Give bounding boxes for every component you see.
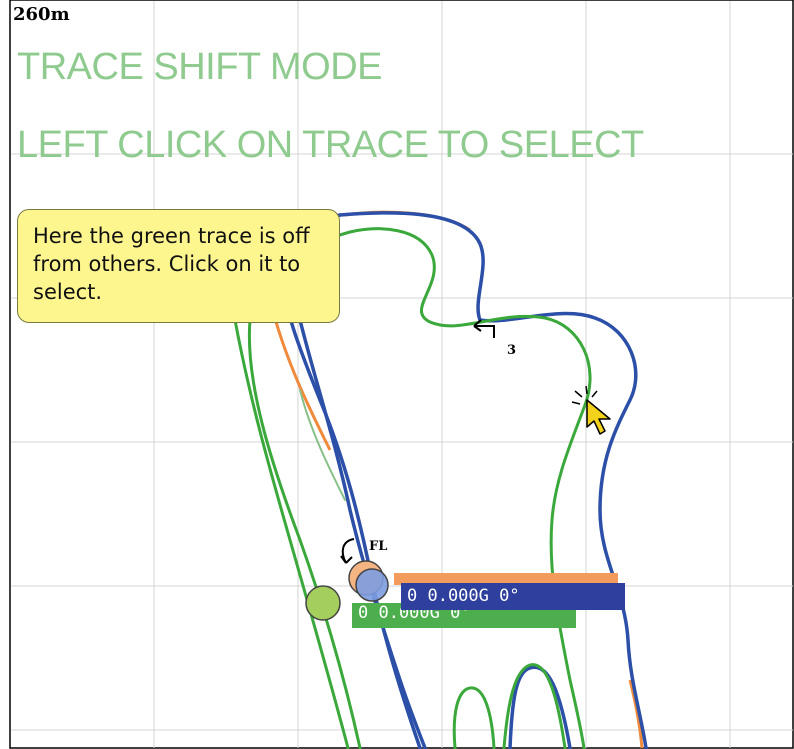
- tutorial-callout: Here the green trace is off from others.…: [17, 209, 340, 323]
- blue-readout: 0 0.000G 0°: [401, 583, 625, 610]
- blue-car-marker[interactable]: [355, 568, 389, 602]
- mode-instruction: LEFT CLICK ON TRACE TO SELECT: [17, 124, 644, 166]
- mode-title: TRACE SHIFT MODE: [17, 46, 383, 88]
- turn-number: 3: [507, 343, 517, 358]
- scale-label: 260m: [13, 4, 70, 25]
- corner-label: FL: [369, 539, 388, 554]
- map-frame: [9, 0, 794, 749]
- track-map-canvas[interactable]: [0, 0, 794, 749]
- callout-text: Here the green trace is off from others.…: [33, 224, 310, 304]
- green-car-marker[interactable]: [305, 585, 341, 621]
